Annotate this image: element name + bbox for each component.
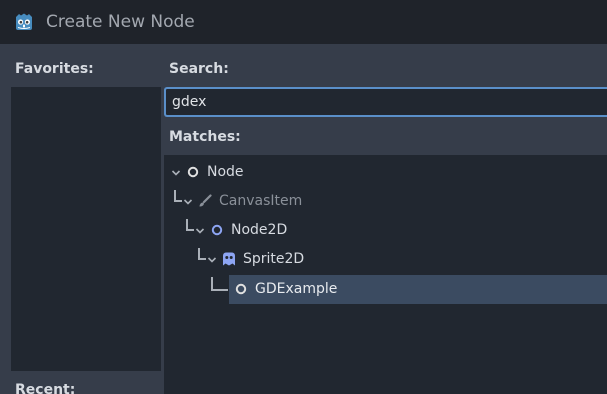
matches-label: Matches: bbox=[169, 129, 241, 145]
tree-item-canvasitem[interactable]: CanvasItem bbox=[164, 187, 607, 216]
search-input[interactable] bbox=[164, 87, 607, 117]
tree-item-label: CanvasItem bbox=[219, 193, 303, 209]
tree-item-gdexample[interactable]: GDExample bbox=[211, 275, 607, 304]
tree-item-label: GDExample bbox=[255, 281, 338, 297]
tree-item-label: Node2D bbox=[231, 222, 288, 238]
title-bar: Create New Node bbox=[0, 0, 607, 44]
chevron-down-icon[interactable] bbox=[207, 256, 217, 264]
tree-item-label: Node bbox=[207, 164, 244, 180]
tree-guide-line bbox=[186, 219, 194, 231]
favorites-label: Favorites: bbox=[15, 61, 94, 77]
matches-tree[interactable]: Node CanvasItem Node2D Sprite2D GDExampl… bbox=[164, 155, 607, 394]
tree-guide-line bbox=[174, 190, 182, 202]
sprite-icon bbox=[223, 252, 235, 266]
search-label: Search: bbox=[169, 61, 229, 77]
window-title: Create New Node bbox=[46, 12, 195, 32]
godot-logo-icon bbox=[16, 13, 32, 30]
node-circle-icon bbox=[235, 283, 247, 295]
tree-item-node[interactable]: Node bbox=[164, 158, 607, 187]
favorites-list[interactable] bbox=[11, 87, 161, 371]
tree-guide-line bbox=[211, 277, 228, 291]
create-new-node-dialog: Create New Node Favorites: Recent: Searc… bbox=[0, 0, 607, 394]
brush-icon bbox=[199, 194, 212, 207]
tree-guide-line bbox=[198, 248, 206, 260]
recent-label: Recent: bbox=[15, 382, 76, 394]
tree-item-sprite2d[interactable]: Sprite2D bbox=[164, 245, 607, 274]
chevron-down-icon[interactable] bbox=[171, 169, 181, 177]
chevron-down-icon[interactable] bbox=[183, 198, 193, 206]
node-circle-icon bbox=[187, 166, 199, 178]
tree-item-label: Sprite2D bbox=[243, 251, 305, 267]
node2d-circle-icon bbox=[211, 224, 223, 236]
tree-item-node2d[interactable]: Node2D bbox=[164, 216, 607, 245]
chevron-down-icon[interactable] bbox=[195, 227, 205, 235]
